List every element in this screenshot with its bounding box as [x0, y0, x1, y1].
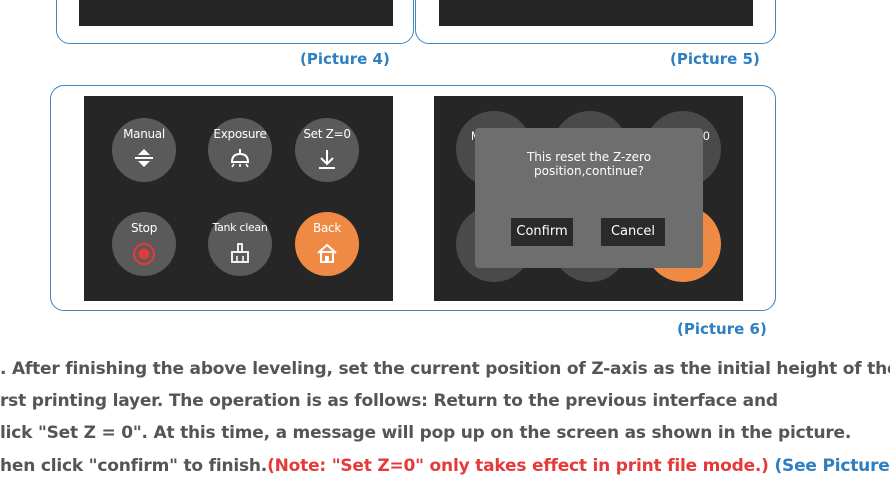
picture5-screen — [439, 0, 753, 26]
stop-button[interactable]: Stop — [112, 212, 176, 276]
set-z-label: Set Z=0 — [303, 127, 351, 141]
brush-icon — [231, 243, 249, 263]
cancel-button[interactable]: Cancel — [601, 218, 665, 246]
picture4-frame — [56, 0, 414, 44]
peek-right-label: 0 — [703, 129, 710, 143]
back-button[interactable]: Back — [295, 212, 359, 276]
manual-button[interactable]: Manual — [112, 118, 176, 182]
manual-label: Manual — [123, 127, 165, 141]
dialog-message-line1: This reset the Z-zero — [526, 150, 652, 164]
dialog-message: This reset the Z-zero position,continue? — [475, 150, 703, 178]
picture5-frame — [415, 0, 776, 44]
set-z-button[interactable]: Set Z=0 — [295, 118, 359, 182]
picture5-caption: (Picture 5) — [670, 50, 760, 68]
instruction-line-4-main: hen click "confirm" to finish. — [0, 456, 268, 476]
stop-label: Stop — [130, 221, 158, 235]
picture6-caption: (Picture 6) — [677, 320, 767, 338]
tank-clean-button[interactable]: Tank clean — [208, 212, 272, 276]
back-label: Back — [313, 221, 341, 235]
picture4-screen — [79, 0, 393, 26]
see-picture-6-ref: (See Picture 6) — [774, 456, 890, 476]
menu-screen: Manual Exposure Set Z=0 Stop Tank clean … — [84, 96, 393, 301]
instruction-line-4: hen click "confirm" to finish.(Note: "Se… — [0, 456, 890, 476]
instruction-line-3: lick "Set Z = 0". At this time, a messag… — [0, 423, 852, 443]
picture4-caption: (Picture 4) — [300, 50, 390, 68]
download-arrow-icon — [319, 150, 335, 169]
arrows-up-down-icon — [135, 149, 153, 167]
instruction-note: (Note: "Set Z=0" only takes effect in pr… — [267, 456, 769, 476]
home-icon — [317, 243, 337, 263]
reset-z-dialog: This reset the Z-zero position,continue?… — [475, 128, 703, 268]
stop-record-icon — [132, 242, 156, 266]
instruction-line-1: . After finishing the above leveling, se… — [0, 359, 890, 379]
dialog-message-line2: position,continue? — [534, 164, 644, 178]
exposure-label: Exposure — [213, 127, 267, 141]
lamp-icon — [230, 149, 250, 168]
instruction-line-2: rst printing layer. The operation is as … — [0, 391, 778, 411]
confirm-button[interactable]: Confirm — [511, 218, 573, 246]
tank-clean-label: Tank clean — [212, 221, 268, 234]
exposure-button[interactable]: Exposure — [208, 118, 272, 182]
